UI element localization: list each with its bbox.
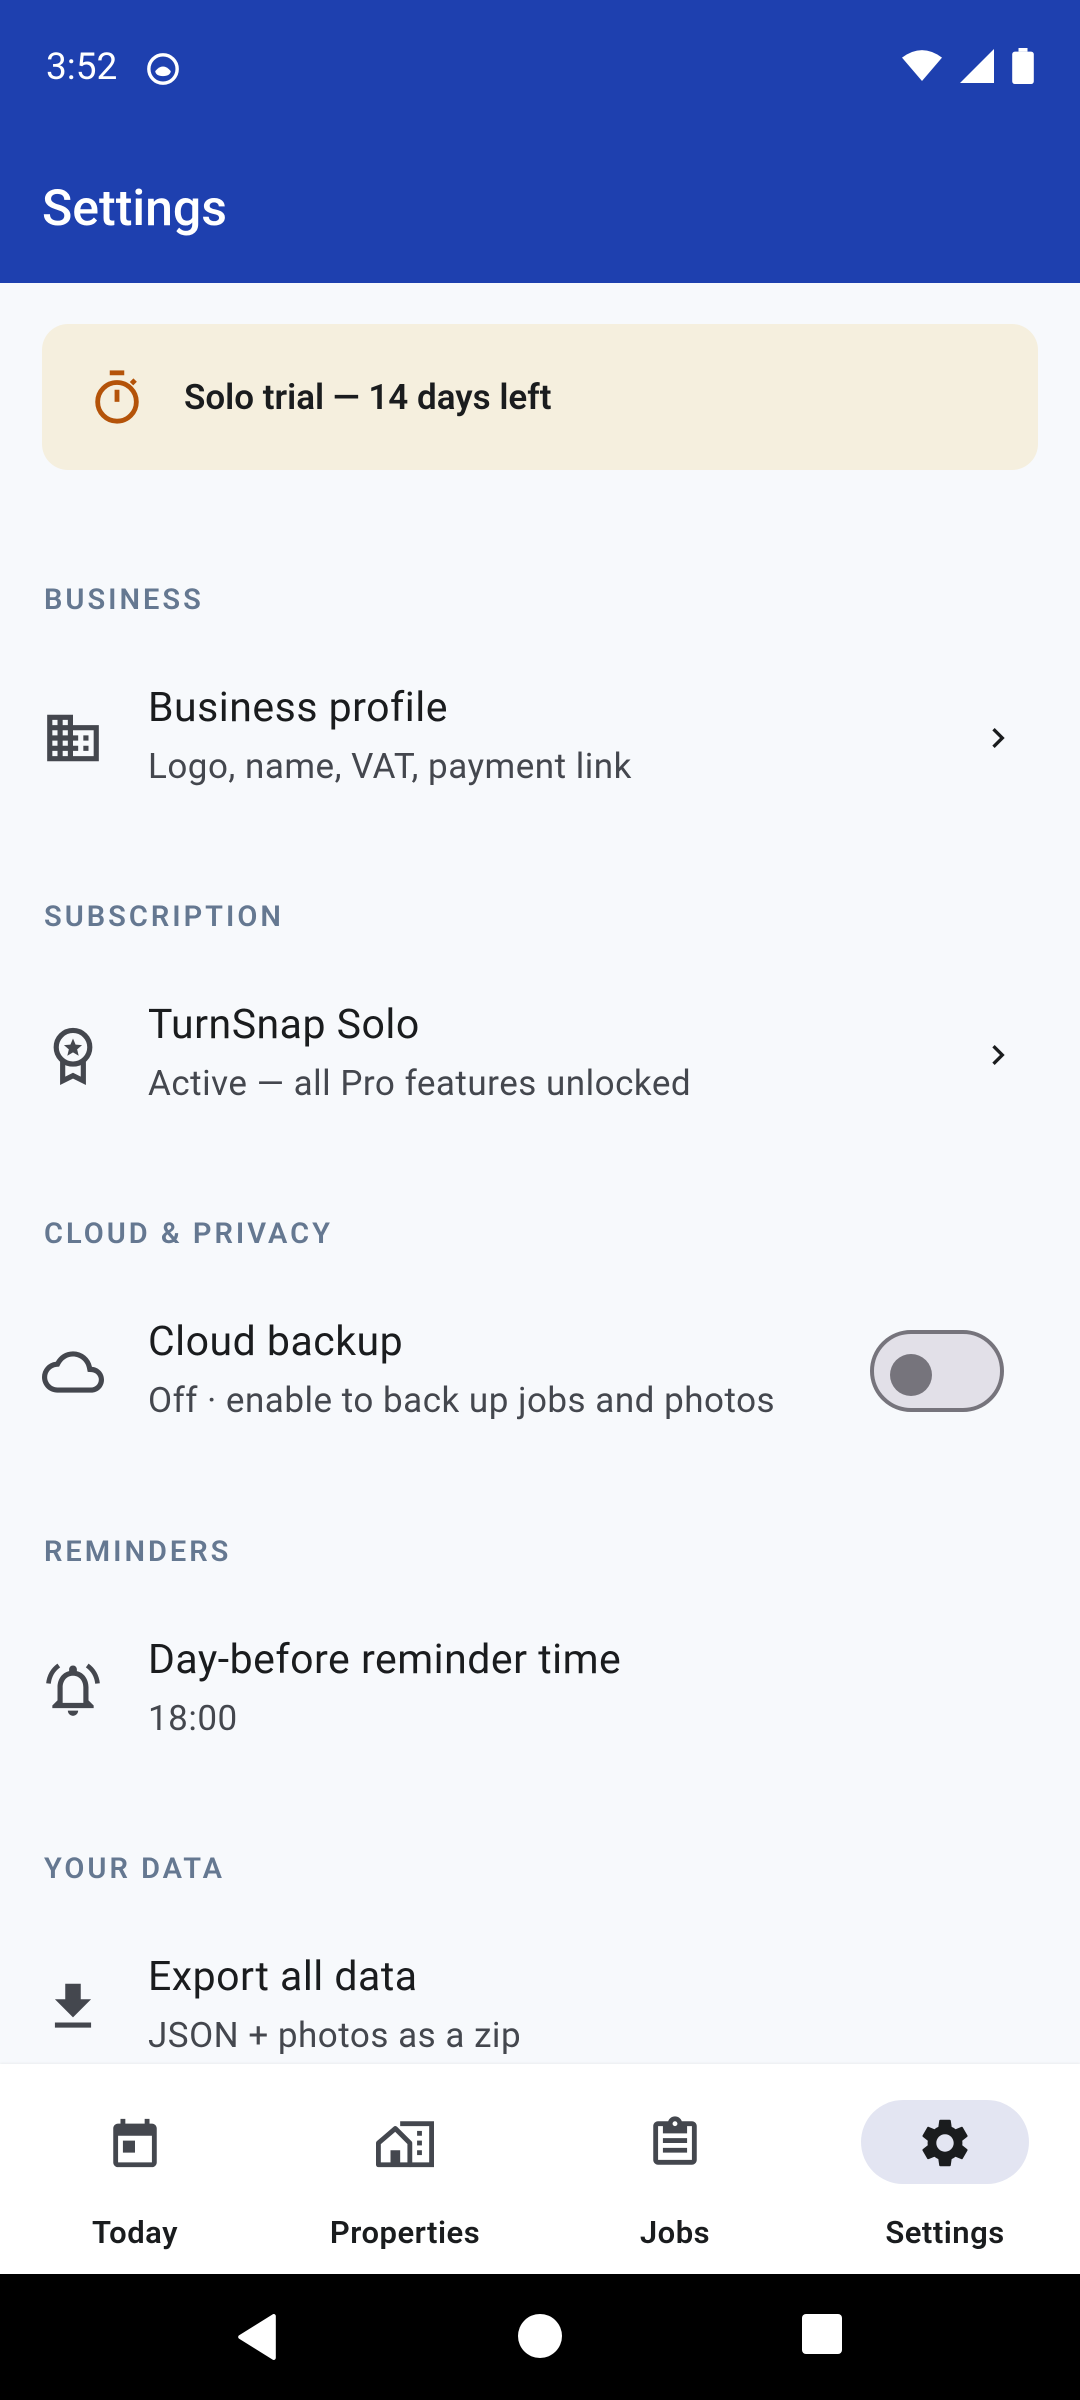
settings-item-reminder-time[interactable]: Day-before reminder time 18:00 <box>0 1616 1080 1766</box>
nav-tab-settings[interactable]: Settings <box>810 2064 1080 2274</box>
cloud-backup-toggle[interactable] <box>870 1330 1004 1412</box>
item-title: Business profile <box>148 684 448 732</box>
item-subtitle: Logo, name, VAT, payment link <box>148 746 632 787</box>
signal-icon <box>960 49 994 83</box>
item-title: TurnSnap Solo <box>148 1001 420 1049</box>
nav-tab-jobs[interactable]: Jobs <box>540 2064 810 2274</box>
trial-text: Solo trial — 14 days left <box>184 376 552 418</box>
chevron-right-icon <box>992 1045 1005 1065</box>
section-header-reminders: REMINDERS <box>44 1535 232 1569</box>
section-header-business: BUSINESS <box>44 583 204 617</box>
status-bar: 3:52 <box>0 0 1080 136</box>
status-icons <box>902 48 1034 84</box>
item-subtitle: JSON + photos as a zip <box>148 2015 522 2056</box>
item-subtitle: Off · enable to back up jobs and photos <box>148 1380 776 1421</box>
cloud-icon <box>42 1351 104 1393</box>
page-title: Settings <box>42 180 228 238</box>
calendar-icon <box>113 2118 157 2168</box>
trial-banner[interactable]: Solo trial — 14 days left <box>42 324 1038 470</box>
status-time: 3:52 <box>46 46 118 89</box>
battery-icon <box>1012 48 1034 84</box>
section-header-cloud-privacy: CLOUD & PRIVACY <box>44 1217 333 1251</box>
properties-icon <box>376 2121 434 2168</box>
nav-label-today: Today <box>91 2214 178 2251</box>
nav-tab-properties[interactable]: Properties <box>270 2064 540 2274</box>
nav-label-properties: Properties <box>329 2214 481 2251</box>
section-header-your-data: YOUR DATA <box>44 1852 226 1886</box>
settings-item-subscription[interactable]: TurnSnap Solo Active — all Pro features … <box>0 981 1080 1131</box>
wifi-icon <box>902 50 942 81</box>
back-icon[interactable] <box>236 2314 278 2360</box>
recents-icon[interactable] <box>802 2314 842 2354</box>
item-title: Cloud backup <box>148 1318 404 1366</box>
settings-item-export-data[interactable]: Export all data JSON + photos as a zip <box>0 1933 1080 2064</box>
nav-label-settings: Settings <box>885 2214 1005 2251</box>
item-title: Export all data <box>148 1953 418 2001</box>
item-subtitle: Active — all Pro features unlocked <box>148 1063 692 1104</box>
settings-item-business-profile[interactable]: Business profile Logo, name, VAT, paymen… <box>0 664 1080 814</box>
download-icon <box>54 1983 92 2028</box>
chevron-right-icon <box>992 728 1005 748</box>
alarm-bell-icon <box>46 1663 100 1716</box>
item-title: Day-before reminder time <box>148 1636 622 1684</box>
nav-tab-today[interactable]: Today <box>0 2064 270 2274</box>
item-subtitle: 18:00 <box>148 1698 238 1739</box>
timer-icon <box>95 370 139 424</box>
notification-icon <box>147 53 179 85</box>
business-icon <box>47 714 99 762</box>
home-icon[interactable] <box>518 2314 562 2358</box>
bottom-navigation: Today Properties Jobs Settings <box>0 2064 1080 2274</box>
clipboard-icon <box>653 2116 697 2165</box>
settings-item-cloud-backup[interactable]: Cloud backup Off · enable to back up job… <box>0 1298 1080 1448</box>
section-header-subscription: SUBSCRIPTION <box>44 900 284 934</box>
system-navigation-bar <box>0 2274 1080 2400</box>
toggle-thumb <box>890 1354 932 1396</box>
app-bar: Settings <box>0 136 1080 283</box>
gear-icon <box>922 2119 968 2167</box>
nav-label-jobs: Jobs <box>639 2214 711 2251</box>
award-icon <box>53 1027 93 1086</box>
